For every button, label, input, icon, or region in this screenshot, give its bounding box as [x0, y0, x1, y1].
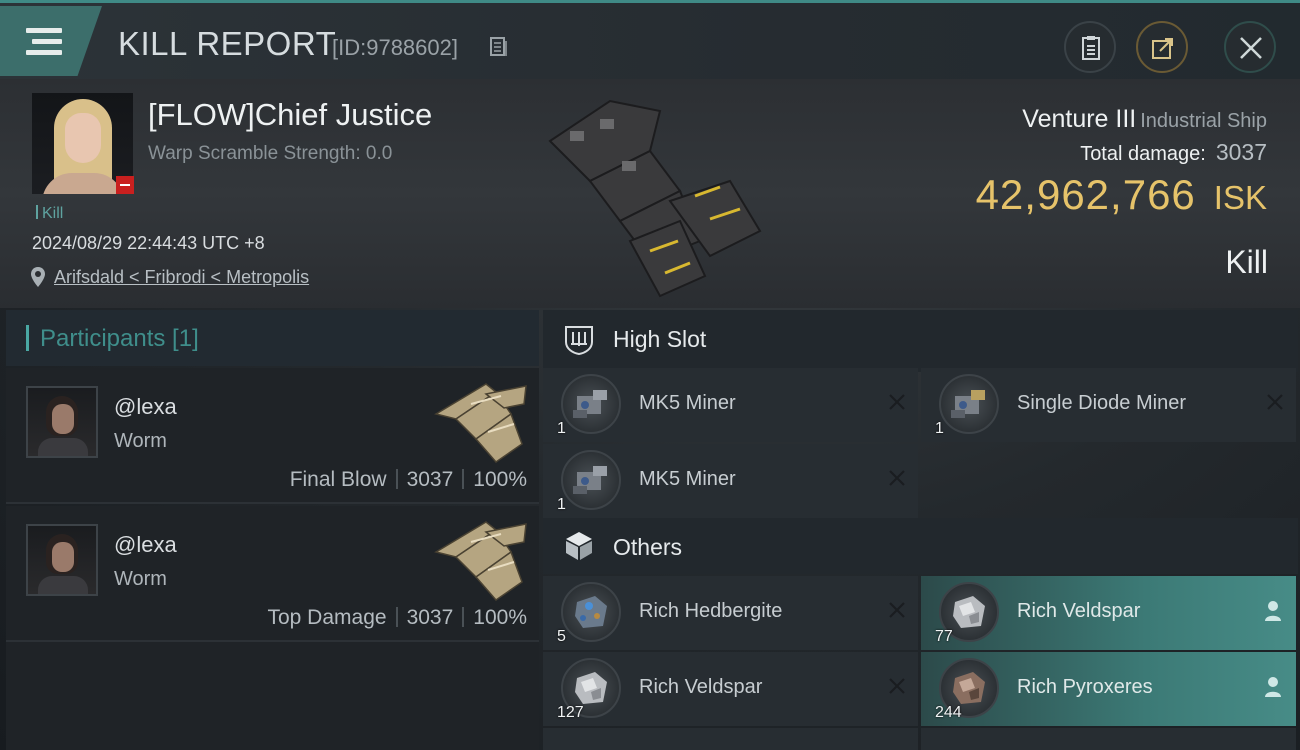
victim-name[interactable]: [FLOW]Chief Justice: [148, 97, 432, 133]
participant-card[interactable]: @lexa Worm Final Blow 3037 100%: [6, 368, 539, 504]
destroyed-x-icon: [889, 602, 905, 618]
others-title: Others: [613, 534, 683, 560]
ship-class: Industrial Ship: [1140, 110, 1267, 132]
destroyed-x-icon: [889, 678, 905, 694]
miner-module-icon: [561, 374, 621, 434]
kill-location-link[interactable]: Arifsdald < Fribrodi < Metropolis: [54, 267, 309, 288]
high-slot-item[interactable]: 1 MK5 Miner: [543, 444, 918, 518]
miner-module-icon: [939, 374, 999, 434]
participant-name[interactable]: @lexa: [114, 532, 177, 558]
location-pin-icon: [31, 267, 45, 287]
item-name: Rich Hedbergite: [639, 600, 783, 622]
menu-button[interactable]: [0, 6, 102, 76]
isk-value: 42,962,766 ISK: [976, 171, 1267, 219]
cargo-item[interactable]: 244 Rich Pyroxeres: [921, 652, 1296, 726]
share-icon: [1152, 38, 1173, 59]
item-name: MK5 Miner: [639, 392, 736, 414]
item-quantity: 5: [557, 628, 566, 645]
total-damage-value: 3037: [1215, 139, 1267, 165]
item-quantity: 127: [557, 704, 584, 721]
participants-empty-area: [6, 642, 539, 750]
miner-module-icon: [561, 450, 621, 510]
total-damage: Total damage: 3037: [1080, 139, 1267, 166]
participant-stats: Final Blow 3037 100%: [290, 468, 527, 492]
destroyed-x-icon: [1267, 394, 1283, 410]
dropped-person-icon: [1265, 677, 1281, 697]
participant-ship: Worm: [114, 430, 167, 452]
item-quantity: 1: [935, 420, 944, 437]
participant-ship: Worm: [114, 568, 167, 590]
cargo-box-icon: [566, 532, 592, 560]
others-header: Others: [543, 518, 1298, 574]
total-damage-label: Total damage:: [1080, 143, 1206, 165]
isk-unit: ISK: [1213, 179, 1267, 216]
item-name: Rich Veldspar: [1017, 600, 1141, 622]
participant-damage: 3037: [406, 468, 454, 491]
header-bar: KILL REPORT [ID:9788602]: [0, 3, 1300, 79]
cargo-item[interactable]: 5 Rich Hedbergite: [543, 576, 918, 650]
participant-avatar[interactable]: [26, 386, 98, 458]
participant-name[interactable]: @lexa: [114, 394, 177, 420]
participant-stats: Top Damage 3037 100%: [267, 606, 527, 630]
page-title: KILL REPORT: [118, 25, 337, 62]
item-quantity: 244: [935, 704, 962, 721]
participant-ship-image[interactable]: [426, 512, 532, 604]
participants-title: Participants [1]: [40, 325, 199, 352]
warp-scramble-strength: Warp Scramble Strength: 0.0: [148, 143, 393, 164]
kill-tag: Kill: [36, 205, 63, 223]
item-quantity: 77: [935, 628, 953, 645]
item-name: MK5 Miner: [639, 468, 736, 490]
copy-id-icon[interactable]: [490, 37, 508, 57]
cargo-item-partial[interactable]: [921, 728, 1296, 750]
item-quantity: 1: [557, 420, 566, 437]
victim-ship-name[interactable]: Venture III Industrial Ship: [1022, 105, 1267, 134]
kill-type: Kill: [1225, 244, 1268, 280]
item-name: Single Diode Miner: [1017, 392, 1186, 414]
clipboard-icon: [1082, 36, 1100, 60]
menu-icon: [26, 28, 62, 56]
item-quantity: 1: [557, 496, 566, 513]
close-button[interactable]: [1224, 21, 1276, 73]
participant-role: Final Blow: [289, 468, 387, 491]
high-slot-title: High Slot: [613, 326, 707, 352]
item-name: Rich Veldspar: [639, 676, 763, 698]
participants-header: Participants [1]: [6, 310, 539, 366]
participant-percent: 100%: [473, 468, 527, 491]
ship-name-text: Venture III: [1022, 105, 1137, 133]
clipboard-button[interactable]: [1064, 21, 1116, 73]
participant-role: Top Damage: [267, 606, 387, 629]
high-slot-item[interactable]: 1 Single Diode Miner: [921, 368, 1296, 442]
participant-avatar[interactable]: [26, 524, 98, 596]
victim-panel: [FLOW]Chief Justice Warp Scramble Streng…: [0, 79, 1300, 308]
cargo-item[interactable]: 127 Rich Veldspar: [543, 652, 918, 726]
item-name: Rich Pyroxeres: [1017, 676, 1153, 698]
isk-amount: 42,962,766: [975, 171, 1196, 218]
participant-damage: 3037: [406, 606, 454, 629]
cargo-item[interactable]: 77 Rich Veldspar: [921, 576, 1296, 650]
victim-ship-image[interactable]: [530, 91, 770, 301]
remove-badge-icon: [116, 176, 134, 194]
high-slot-icon: [565, 326, 593, 356]
cargo-item-partial[interactable]: [543, 728, 918, 750]
destroyed-x-icon: [889, 394, 905, 410]
participant-percent: 100%: [473, 606, 527, 629]
dropped-person-icon: [1265, 601, 1281, 621]
high-slot-item[interactable]: 1 MK5 Miner: [543, 368, 918, 442]
participant-ship-image[interactable]: [426, 374, 532, 466]
participant-card[interactable]: @lexa Worm Top Damage 3037 100%: [6, 506, 539, 642]
close-icon: [1240, 37, 1262, 59]
kill-report-window: KILL REPORT [ID:9788602] [FLOW]Chief Jus…: [0, 0, 1300, 750]
ore-hedbergite-icon: [561, 582, 621, 642]
share-button[interactable]: [1136, 21, 1188, 73]
report-id: [ID:9788602]: [332, 35, 458, 60]
high-slot-header: High Slot: [543, 310, 1298, 372]
destroyed-x-icon: [889, 470, 905, 486]
kill-datetime: 2024/08/29 22:44:43 UTC +8: [32, 233, 265, 253]
